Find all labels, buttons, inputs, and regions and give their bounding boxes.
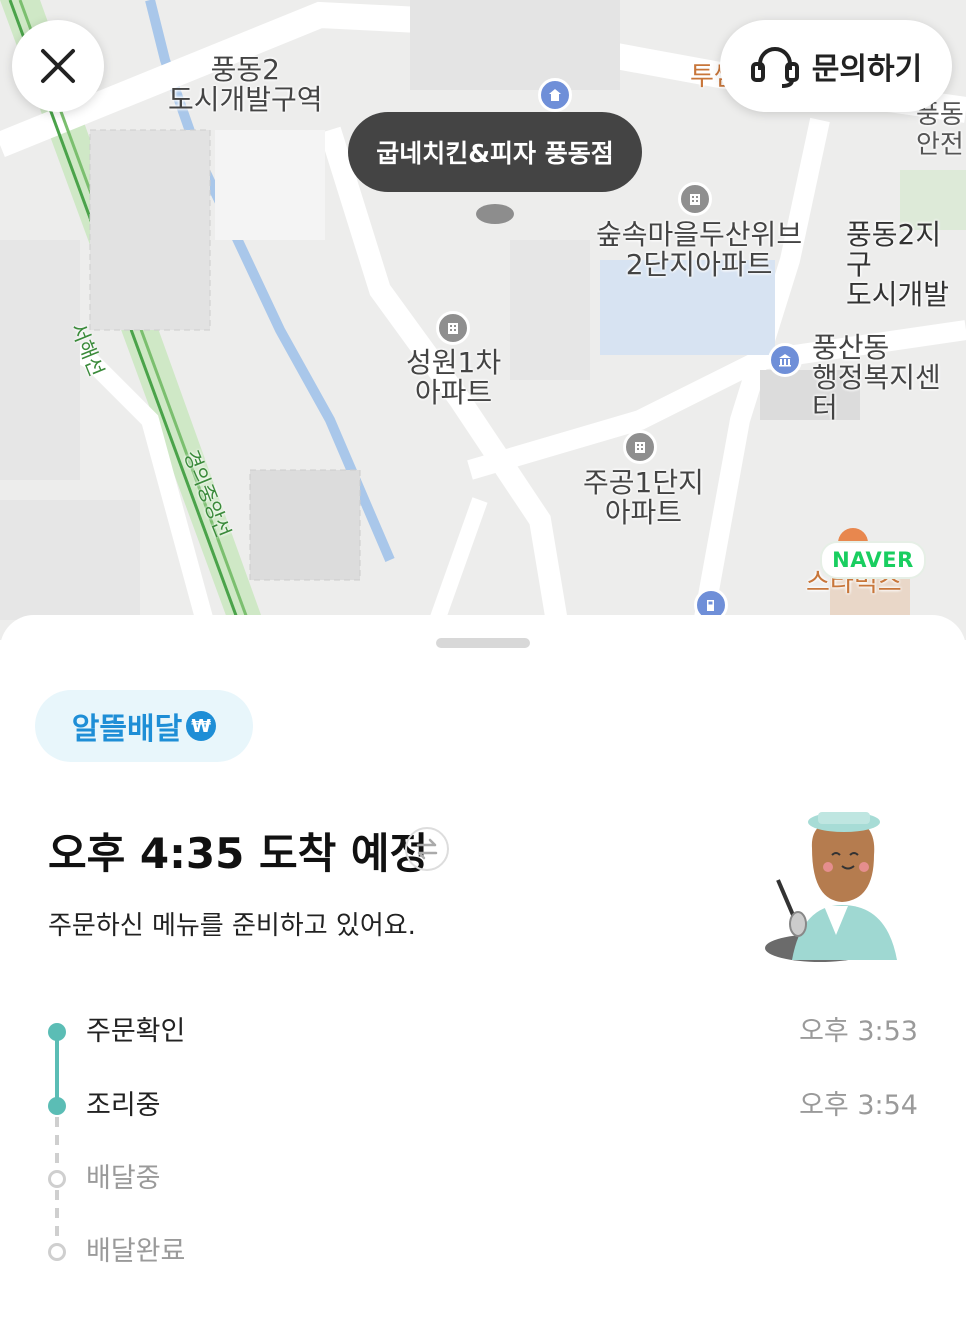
order-status-sheet: 알뜰배달 ₩ 오후 4:35 도착 예정 주문하신 메뉴를 준비하고 있어요. … <box>0 615 966 1317</box>
headset-icon <box>750 47 799 88</box>
school-icon[interactable] <box>538 78 572 112</box>
apartment-icon[interactable] <box>436 311 470 345</box>
government-building-icon[interactable] <box>768 343 802 377</box>
step-label: 배달완료 <box>86 1236 186 1267</box>
map-label-pungdong2-right: 풍동2지구 도시개발 <box>846 218 950 311</box>
delivery-type-label: 알뜰배달 <box>71 712 183 747</box>
eta-text: 오후 4:35 도착 예정 <box>48 829 429 878</box>
sheet-drag-handle[interactable] <box>436 638 530 648</box>
map-label-top-right: 풍동 안전 <box>916 100 964 160</box>
toggle-time-button[interactable] <box>405 827 449 871</box>
store-location-pin <box>476 204 514 224</box>
apartment-icon[interactable] <box>623 430 657 464</box>
chef-illustration <box>765 812 897 962</box>
step-label: 주문확인 <box>86 1016 186 1047</box>
won-icon: ₩ <box>186 711 217 741</box>
close-button[interactable] <box>12 20 104 112</box>
map-view[interactable]: 풍동2 도시개발구역 숲속마을두산위브 2단지아파트 풍동2지구 도시개발 성원… <box>0 0 966 640</box>
map-label-pungdong2: 풍동2 도시개발구역 <box>168 53 323 116</box>
delivery-type-badge: 알뜰배달 ₩ <box>35 690 253 762</box>
map-label-sup-apt: 숲속마을두산위브 2단지아파트 <box>596 218 803 281</box>
timeline-step-delivering: 배달중 <box>0 1160 966 1200</box>
step-label: 배달중 <box>86 1163 161 1194</box>
step-pending-dot <box>48 1243 66 1261</box>
inquiry-label: 문의하기 <box>811 52 923 87</box>
map-label-pungsan-office: 풍산동 행정복지센터 <box>812 331 941 424</box>
close-icon <box>41 49 75 83</box>
store-name-bubble[interactable]: 굽네치킨&피자 풍동점 <box>348 112 642 192</box>
inquiry-button[interactable]: 문의하기 <box>720 20 952 112</box>
step-done-dot <box>48 1023 66 1041</box>
timeline-step-cooking: 조리중 오후 3:54 <box>0 1087 966 1127</box>
store-name: 굽네치킨&피자 풍동점 <box>376 139 614 168</box>
step-label: 조리중 <box>86 1090 161 1121</box>
step-pending-dot <box>48 1170 66 1188</box>
apartment-icon[interactable] <box>678 182 712 216</box>
step-done-dot <box>48 1097 66 1115</box>
timeline-step-order-confirmed: 주문확인 오후 3:53 <box>0 1013 966 1053</box>
step-time: 오후 3:54 <box>799 1090 918 1121</box>
map-label-sungwon-apt: 성원1차 아파트 <box>406 346 502 409</box>
swap-arrows-icon <box>416 838 438 860</box>
map-label-jugong-apt: 주공1단지 아파트 <box>583 466 704 529</box>
timeline-step-delivered: 배달완료 <box>0 1233 966 1273</box>
status-message: 주문하신 메뉴를 준비하고 있어요. <box>48 911 416 941</box>
naver-logo: NAVER <box>820 541 926 579</box>
step-time: 오후 3:53 <box>799 1016 918 1047</box>
